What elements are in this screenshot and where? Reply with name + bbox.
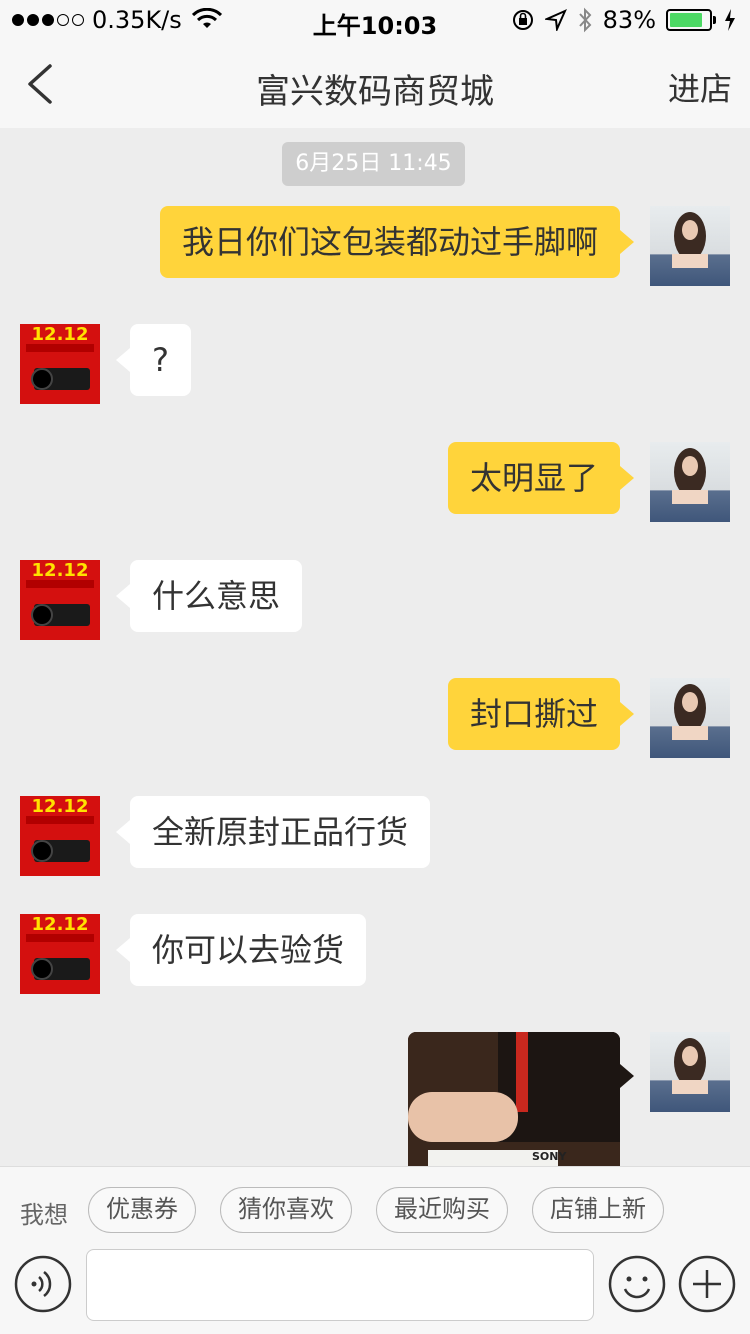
voice-icon[interactable] — [14, 1255, 72, 1313]
shop-message-bubble[interactable]: 什么意思 — [115, 560, 303, 632]
shop-message-bubble[interactable]: ? — [116, 324, 191, 396]
shop-avatar[interactable]: 12.12 — [20, 796, 100, 876]
my-avatar[interactable] — [650, 442, 730, 522]
status-right: 83% — [511, 6, 736, 34]
charging-icon — [725, 9, 735, 31]
photo-label: SONY — [532, 1150, 567, 1163]
suggest-label: 我想 — [20, 1201, 68, 1229]
shop-avatar[interactable]: 12.12 — [20, 914, 100, 994]
my-message-bubble[interactable]: 太明显了 — [447, 442, 635, 514]
my-message-bubble[interactable]: 我日你们这包装都动过手脚啊 — [159, 206, 635, 278]
status-bar: 0.35K/s 上午10:03 83% — [0, 0, 750, 40]
battery-percent: 83% — [602, 6, 656, 34]
my-message-bubble[interactable]: 封口撕过 — [447, 678, 635, 750]
bluetooth-icon — [578, 7, 592, 33]
my-avatar[interactable] — [650, 206, 730, 286]
enter-store-button[interactable]: 进店 — [668, 64, 732, 110]
chip-new-arrivals[interactable]: 店铺上新 — [532, 1187, 664, 1233]
chat-area[interactable]: 6月25日 11:45 我日你们这包装都动过手脚啊 12.12 ? 太明显了 1… — [0, 128, 750, 1166]
camera-icon — [26, 344, 94, 390]
shop-avatar[interactable]: 12.12 — [20, 324, 100, 404]
nav-bar: 富兴数码商贸城 进店 — [0, 40, 750, 128]
my-avatar[interactable] — [650, 678, 730, 758]
photo-message[interactable]: SONY — [408, 1032, 620, 1166]
shop-avatar[interactable]: 12.12 — [20, 560, 100, 640]
add-attachment-icon[interactable] — [678, 1255, 736, 1313]
my-avatar[interactable] — [650, 1032, 730, 1112]
emoji-icon[interactable] — [608, 1255, 666, 1313]
camera-icon — [26, 580, 94, 626]
camera-icon — [26, 816, 94, 862]
message-timestamp: 6月25日 11:45 — [282, 142, 465, 186]
chip-recent-purchases[interactable]: 最近购买 — [376, 1187, 508, 1233]
shop-message-bubble[interactable]: 你可以去验货 — [115, 914, 367, 986]
bottom-input-bar: 我想 优惠券 猜你喜欢 最近购买 店铺上新 — [0, 1166, 750, 1334]
page-title: 富兴数码商贸城 — [256, 72, 494, 112]
orientation-lock-icon — [512, 10, 533, 30]
chip-coupons[interactable]: 优惠券 — [88, 1187, 196, 1233]
location-icon — [544, 9, 567, 31]
message-input[interactable] — [86, 1249, 594, 1321]
shop-message-bubble[interactable]: 全新原封正品行货 — [115, 796, 431, 868]
chip-guess-you-like[interactable]: 猜你喜欢 — [220, 1187, 352, 1233]
camera-icon — [26, 934, 94, 980]
photo-bubble-tail — [620, 1064, 634, 1088]
battery-icon — [666, 9, 716, 31]
